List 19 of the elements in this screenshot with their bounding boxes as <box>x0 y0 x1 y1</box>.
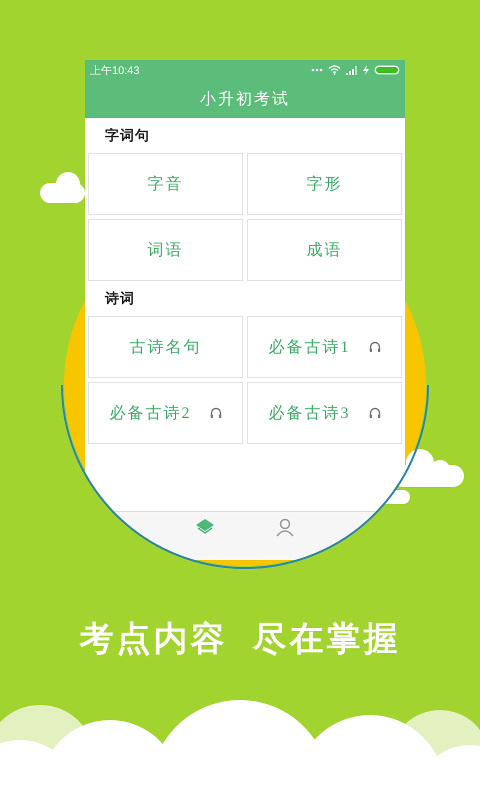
menu-tile[interactable]: 必备古诗3 <box>247 382 402 444</box>
menu-tile[interactable]: 古诗名句 <box>88 316 243 378</box>
menu-tile[interactable]: 必备古诗1 <box>247 316 402 378</box>
slogan-text: 考点内容 尽在掌握 <box>80 618 400 661</box>
section-heading: 诗词 <box>105 290 135 308</box>
wifi-icon <box>328 65 341 75</box>
tab-button[interactable] <box>274 516 296 538</box>
charging-icon <box>363 65 369 75</box>
menu-tile[interactable]: 必备古诗2 <box>88 382 243 444</box>
menu-tile[interactable]: 词语 <box>88 219 243 281</box>
menu-tile[interactable]: 字形 <box>247 153 402 215</box>
status-time: 上午10:43 <box>90 64 140 78</box>
section-heading: 字词句 <box>105 126 150 144</box>
signal-icon <box>346 66 358 74</box>
app-title: 小升初考试 <box>200 90 290 110</box>
menu-tile[interactable]: 字音 <box>88 153 243 215</box>
more-dots-icon <box>311 68 323 72</box>
battery-icon <box>374 65 400 75</box>
menu-tile[interactable]: 成语 <box>247 219 402 281</box>
